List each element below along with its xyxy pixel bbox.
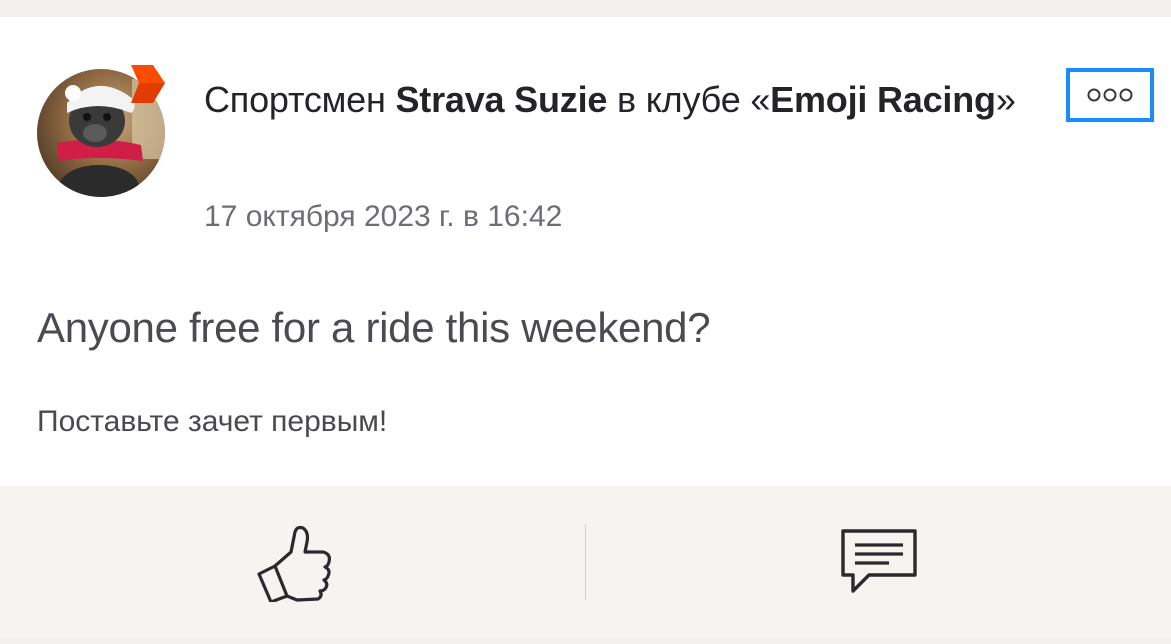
comment-icon <box>840 529 917 593</box>
athlete-avatar[interactable] <box>37 65 165 197</box>
athlete-name-link[interactable]: Strava Suzie <box>395 79 607 120</box>
post-card: Спортсмен Strava Suzie в клубе «Emoji Ra… <box>0 17 1171 486</box>
header-prefix: Спортсмен <box>204 79 396 120</box>
post-title: Anyone free for a ride this weekend? <box>37 304 711 351</box>
post-timestamp: 17 октября 2023 г. в 16:42 <box>204 200 563 233</box>
header-middle: в клубе « <box>607 79 771 120</box>
club-name-link[interactable]: Emoji Racing <box>770 79 996 120</box>
more-options-button[interactable] <box>1066 68 1154 122</box>
header-suffix: » <box>995 79 1016 120</box>
comment-button[interactable] <box>586 486 1171 638</box>
give-kudos-button[interactable] <box>0 486 585 638</box>
post-header: Спортсмен Strava Suzie в клубе «Emoji Ra… <box>204 73 1034 127</box>
strava-badge-icon <box>131 65 165 103</box>
kudos-prompt: Поставьте зачет первым! <box>37 405 388 438</box>
action-bar <box>0 486 1171 638</box>
more-options-icon <box>1087 88 1133 102</box>
thumbs-up-icon <box>256 525 331 602</box>
